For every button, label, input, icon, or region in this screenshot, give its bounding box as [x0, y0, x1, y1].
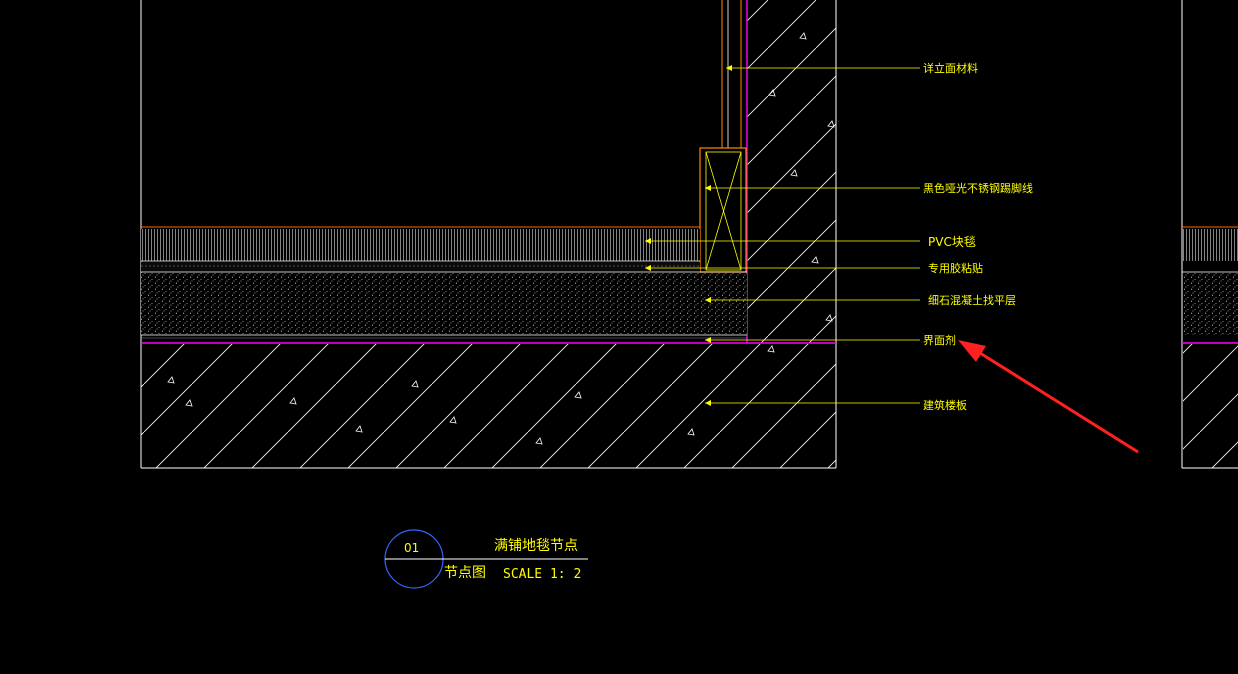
- adhesive-layer: [141, 262, 747, 273]
- skirting-board: [699, 147, 747, 273]
- screed-layer: [141, 273, 747, 336]
- label-interface: 界面剂: [923, 333, 956, 347]
- detail-scale: SCALE 1: 2: [503, 567, 581, 582]
- label-adhesive: 专用胶粘贴: [928, 261, 983, 275]
- label-screed: 细石混凝土找平层: [928, 293, 1016, 307]
- label-wall-finish: 详立面材料: [923, 61, 978, 75]
- annotation-labels: 详立面材料 黑色哑光不锈钢踢脚线 PVC块毯 专用胶粘贴 细石混凝土找平层 界面…: [923, 61, 1033, 412]
- label-carpet: PVC块毯: [928, 235, 976, 249]
- label-slab: 建筑楼板: [923, 398, 967, 412]
- detail-subtitle: 节点图: [444, 565, 486, 581]
- title-block: 01 满铺地毯节点 节点图 SCALE 1: 2: [384, 529, 588, 589]
- adjacent-detail-fragment: [1181, 0, 1238, 469]
- label-skirting: 黑色哑光不锈钢踢脚线: [923, 181, 1033, 195]
- floor-slab: [141, 344, 836, 468]
- red-pointer-arrow: [958, 340, 1139, 454]
- detail-number: 01: [404, 541, 419, 555]
- interface-agent-layer: [141, 337, 836, 344]
- detail-title: 满铺地毯节点: [494, 538, 578, 554]
- carpet-layer: [141, 226, 700, 262]
- wall-finish-panel: [721, 0, 742, 148]
- cad-drawing-canvas: 详立面材料 黑色哑光不锈钢踢脚线 PVC块毯 专用胶粘贴 细石混凝土找平层 界面…: [140, 0, 1238, 589]
- structural-wall: [746, 0, 836, 343]
